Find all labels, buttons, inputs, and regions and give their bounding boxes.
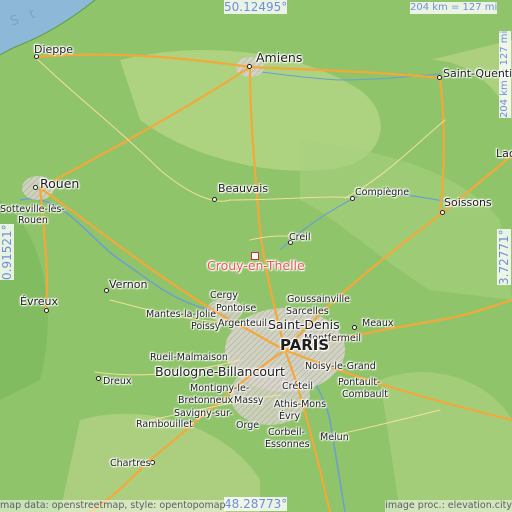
place-label-meaux: Meaux <box>362 318 394 329</box>
meaux-marker <box>352 325 357 330</box>
place-label-creteil: Créteil <box>282 381 314 392</box>
place-label-sarcelles: Sarcelles <box>286 306 329 317</box>
place-label-vernon: Vernon <box>109 278 148 291</box>
place-label-rueil-malmaison: Rueil-Malmaison <box>150 352 228 363</box>
amiens-marker <box>247 64 252 69</box>
place-label-combault: Combault <box>342 389 388 400</box>
right-longitude-label: 3.72771° <box>497 229 511 285</box>
place-label-chartres: Chartres <box>110 458 151 469</box>
place-label-creil: Creil <box>289 232 311 243</box>
evreux-marker <box>44 308 49 313</box>
place-label-rambouillet: Rambouillet <box>136 419 193 430</box>
place-label-dreux: Dreux <box>103 376 132 387</box>
rouen-marker <box>33 185 38 190</box>
place-label-saint-quentin: Saint-Quentin <box>443 67 512 80</box>
place-label-noisy-le-grand: Noisy-le-Grand <box>305 361 376 372</box>
place-label-montigny: Montigny-le- <box>190 383 250 394</box>
place-label-evry: Évry <box>279 411 301 422</box>
place-label-corbeil: Corbeil- <box>268 427 305 438</box>
place-label-amiens: Amiens <box>256 50 303 65</box>
soissons-marker <box>440 210 445 215</box>
place-label-massy: Massy <box>234 395 264 406</box>
place-label-beauvais: Beauvais <box>218 182 269 195</box>
topographic-map[interactable]: S t 50.12495° 204 km = 127 mi 48.28773° … <box>0 0 512 512</box>
place-label-poissy: Poissy <box>191 321 221 332</box>
place-label-savigny-sur: Savigny-sur- <box>174 408 233 419</box>
place-label-bretonneux: Bretonneux <box>178 395 234 406</box>
scale-bar-top: 204 km = 127 mi <box>410 2 498 14</box>
place-label-rouen: Rouen <box>40 176 80 191</box>
place-label-evreux: Évreux <box>20 295 58 308</box>
dreux-marker <box>96 376 101 381</box>
place-label-essonnes: Essonnes <box>265 439 310 450</box>
place-label-boulogne-billancourt: Boulogne-Billancourt <box>155 364 285 379</box>
place-label-crouy-en-thelle: Crouy-en-Thelle <box>207 258 305 273</box>
top-latitude-label: 50.12495° <box>224 0 288 14</box>
place-label-sotteville: Sotteville-lès- <box>0 204 65 215</box>
place-label-pontoise: Pontoise <box>216 303 257 314</box>
place-label-goussainville: Goussainville <box>287 294 350 305</box>
place-label-cergy: Cergy <box>210 290 238 301</box>
place-label-mantes-la-jolie: Mantes-la-Jolie <box>146 309 217 320</box>
image-processing-attribution: image proc.: elevation.city <box>385 500 512 512</box>
place-label-compiegne: Compiègne <box>355 187 410 198</box>
beauvais-marker <box>212 197 217 202</box>
place-label-sotteville-rouen: Rouen <box>18 215 48 226</box>
place-label-lac: Lac <box>496 147 512 160</box>
place-label-dieppe: Dieppe <box>34 43 74 56</box>
place-label-melun: Melun <box>320 432 349 443</box>
saint-quentin-marker <box>437 75 442 80</box>
place-label-orge: Orge <box>236 420 260 431</box>
place-label-pontault: Pontault- <box>338 377 381 388</box>
left-longitude-label: 0.91521° <box>0 224 14 280</box>
place-label-argenteuil: Argenteuil <box>218 318 268 329</box>
bottom-latitude-label: 48.28773° <box>224 497 288 511</box>
place-label-paris: PARIS <box>280 336 330 354</box>
map-attribution: map data: openstreetmap, style: opentopo… <box>0 500 226 512</box>
place-label-athis-mons: Athis-Mons <box>274 399 327 410</box>
place-label-saint-denis: Saint-Denis <box>268 317 340 332</box>
place-label-soissons: Soissons <box>444 196 492 209</box>
